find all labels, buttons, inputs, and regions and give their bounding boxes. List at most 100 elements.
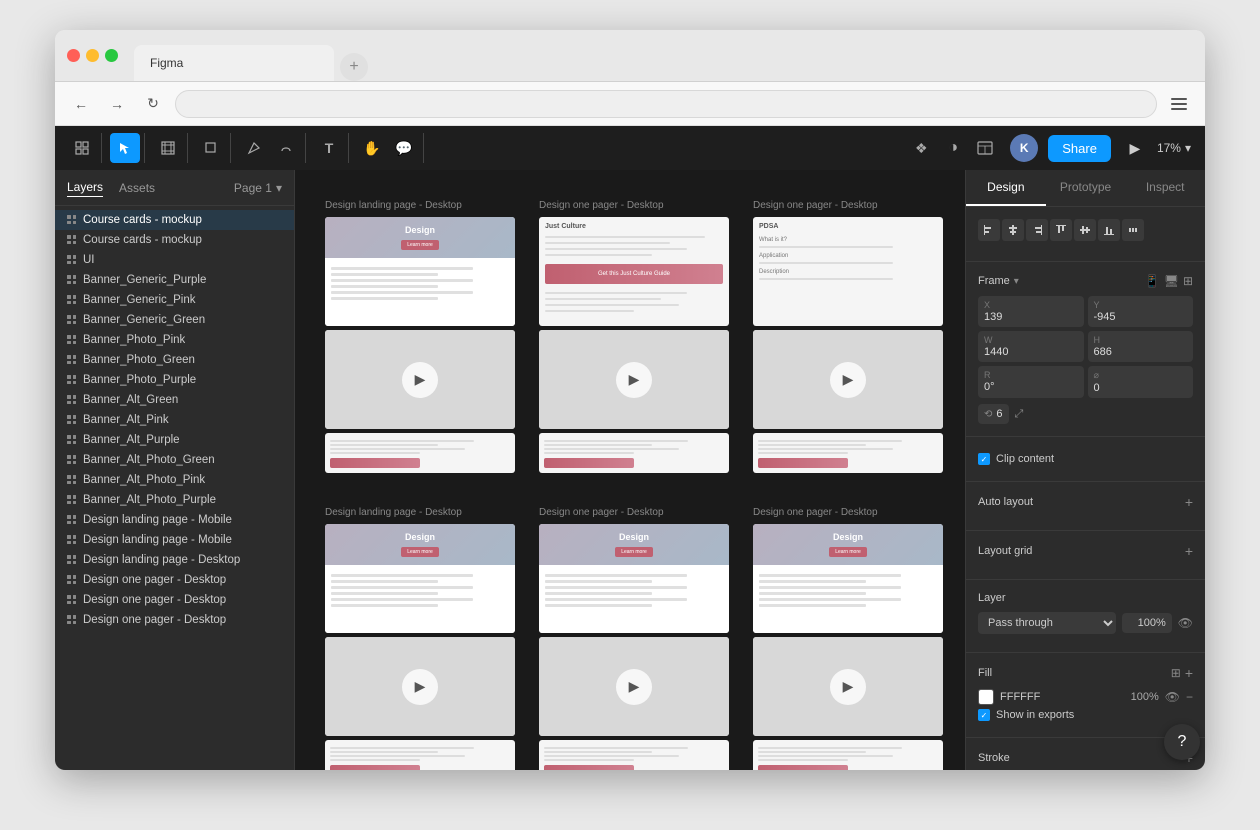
comment-tool-button[interactable]: 💬 <box>389 133 419 163</box>
zoom-indicator[interactable]: 17% ▾ <box>1151 137 1197 159</box>
layer-item[interactable]: UI <box>55 250 294 270</box>
browser-menu-button[interactable] <box>1165 90 1193 118</box>
layer-item[interactable]: Banner_Alt_Photo_Purple <box>55 490 294 510</box>
layer-item[interactable]: Banner_Alt_Photo_Green <box>55 450 294 470</box>
fill-color-swatch[interactable] <box>978 689 994 705</box>
close-button[interactable] <box>67 49 80 62</box>
radius-field[interactable]: ⌀ 0 <box>1088 366 1194 398</box>
layers-tab[interactable]: Layers <box>67 178 103 197</box>
h-field[interactable]: H 686 <box>1088 331 1194 362</box>
layer-item[interactable]: Design one pager - Desktop <box>55 610 294 630</box>
show-in-exports-checkbox[interactable] <box>978 709 990 721</box>
design-tab[interactable]: Design <box>966 170 1046 206</box>
clip-content-checkbox[interactable] <box>978 453 990 465</box>
add-fill-button[interactable]: + <box>1185 665 1193 681</box>
add-auto-layout-button[interactable]: + <box>1185 494 1193 510</box>
pen-tool-button[interactable] <box>239 133 269 163</box>
responsive-icon[interactable]: 📱 <box>1145 274 1160 288</box>
contrast-tool-button[interactable]: ◑ <box>938 133 968 163</box>
back-button[interactable]: ← <box>67 90 95 118</box>
layer-item[interactable]: Banner_Generic_Purple <box>55 270 294 290</box>
y-field[interactable]: Y -945 <box>1088 296 1194 327</box>
frame-thumbnail[interactable]: DesignLearn more <box>325 524 515 633</box>
visibility-toggle[interactable]: 👁 <box>1178 616 1193 630</box>
align-center-v-icon[interactable] <box>1074 219 1096 241</box>
w-field[interactable]: W 1440 <box>978 331 1084 362</box>
opacity-field[interactable]: 100% <box>1122 613 1172 633</box>
minimize-button[interactable] <box>86 49 99 62</box>
user-avatar[interactable]: K <box>1010 134 1038 162</box>
url-bar[interactable] <box>175 90 1157 118</box>
component-tool-button[interactable]: ❖ <box>906 133 936 163</box>
canvas-area[interactable]: Design landing page - DesktopDesignLearn… <box>295 170 965 770</box>
add-layout-grid-button[interactable]: + <box>1185 543 1193 559</box>
view-options-button[interactable] <box>970 133 1000 163</box>
frame-thumbnail[interactable]: Just CultureGet this Just Culture Guide <box>539 217 729 326</box>
frame-video-thumbnail[interactable]: ▶ <box>325 330 515 429</box>
layer-item[interactable]: Banner_Photo_Green <box>55 350 294 370</box>
fill-visibility-icon[interactable]: 👁 <box>1165 690 1180 704</box>
hand-tool-button[interactable]: ✋ <box>357 133 387 163</box>
frame-detail-thumbnail[interactable] <box>539 433 729 473</box>
align-right-icon[interactable] <box>1026 219 1048 241</box>
page-selector[interactable]: Page 1 ▾ <box>234 181 282 195</box>
frame-video-thumbnail[interactable]: ▶ <box>539 330 729 429</box>
frame-video-thumbnail[interactable]: ▶ <box>753 330 943 429</box>
frame-detail-thumbnail[interactable] <box>753 433 943 473</box>
fill-options-icon[interactable]: ⊞ <box>1171 666 1181 680</box>
frame-tool-button[interactable] <box>153 133 183 163</box>
frame-video-thumbnail[interactable]: ▶ <box>325 637 515 736</box>
pen2-tool-button[interactable] <box>271 133 301 163</box>
layer-item[interactable]: Banner_Photo_Purple <box>55 370 294 390</box>
align-left-icon[interactable] <box>978 219 1000 241</box>
shapes-tool-button[interactable] <box>196 133 226 163</box>
fill-color-value[interactable]: FFFFFF <box>1000 691 1125 703</box>
inspect-tab[interactable]: Inspect <box>1125 170 1205 206</box>
distribute-h-icon[interactable] <box>1122 219 1144 241</box>
clip-corner-field[interactable]: ⟲ 6 <box>978 404 1009 424</box>
frame-thumbnail[interactable]: DesignLearn more <box>753 524 943 633</box>
layer-item[interactable]: Banner_Generic_Green <box>55 310 294 330</box>
rotation-field[interactable]: R 0° <box>978 366 1084 398</box>
layer-item[interactable]: Design landing page - Mobile <box>55 530 294 550</box>
frame-detail-thumbnail[interactable] <box>325 740 515 770</box>
new-tab-button[interactable]: + <box>340 53 368 81</box>
remove-fill-button[interactable]: − <box>1186 690 1193 704</box>
layer-item[interactable]: Banner_Alt_Green <box>55 390 294 410</box>
layer-item[interactable]: Design one pager - Desktop <box>55 570 294 590</box>
prototype-tab[interactable]: Prototype <box>1046 170 1126 206</box>
play-button[interactable]: ▶ <box>1121 134 1149 162</box>
blend-mode-select[interactable]: Pass through Normal Multiply Screen <box>978 612 1116 634</box>
layer-item[interactable]: Banner_Alt_Photo_Pink <box>55 470 294 490</box>
browser-tab-active[interactable]: Figma <box>134 45 334 81</box>
frame-video-thumbnail[interactable]: ▶ <box>753 637 943 736</box>
x-field[interactable]: X 139 <box>978 296 1084 327</box>
layer-item[interactable]: Design landing page - Desktop <box>55 550 294 570</box>
frame-thumbnail[interactable]: DesignLearn more <box>325 217 515 326</box>
frame-chevron-icon[interactable]: ▾ <box>1014 276 1019 287</box>
layer-item[interactable]: Design one pager - Desktop <box>55 590 294 610</box>
maximize-button[interactable] <box>105 49 118 62</box>
text-tool-button[interactable]: T <box>314 133 344 163</box>
fill-opacity-value[interactable]: 100% <box>1131 691 1159 703</box>
frame-thumbnail[interactable]: PDSAWhat is it?ApplicationDescription <box>753 217 943 326</box>
layer-item[interactable]: Banner_Generic_Pink <box>55 290 294 310</box>
grid-tool-button[interactable] <box>67 133 97 163</box>
refresh-button[interactable]: ↻ <box>139 90 167 118</box>
frame-detail-thumbnail[interactable] <box>325 433 515 473</box>
align-top-icon[interactable] <box>1050 219 1072 241</box>
forward-button[interactable]: → <box>103 90 131 118</box>
align-center-h-icon[interactable] <box>1002 219 1024 241</box>
expand-icon[interactable]: ⊞ <box>1183 274 1193 288</box>
share-button[interactable]: Share <box>1048 135 1111 162</box>
layer-item[interactable]: Course cards - mockup <box>55 210 294 230</box>
align-bottom-icon[interactable] <box>1098 219 1120 241</box>
layer-item[interactable]: Design landing page - Mobile <box>55 510 294 530</box>
desktop-icon[interactable]: 🖥 <box>1164 274 1179 288</box>
layer-item[interactable]: Banner_Photo_Pink <box>55 330 294 350</box>
frame-video-thumbnail[interactable]: ▶ <box>539 637 729 736</box>
select-tool-button[interactable] <box>110 133 140 163</box>
layer-item[interactable]: Banner_Alt_Purple <box>55 430 294 450</box>
assets-tab[interactable]: Assets <box>119 179 155 197</box>
layer-item[interactable]: Banner_Alt_Pink <box>55 410 294 430</box>
